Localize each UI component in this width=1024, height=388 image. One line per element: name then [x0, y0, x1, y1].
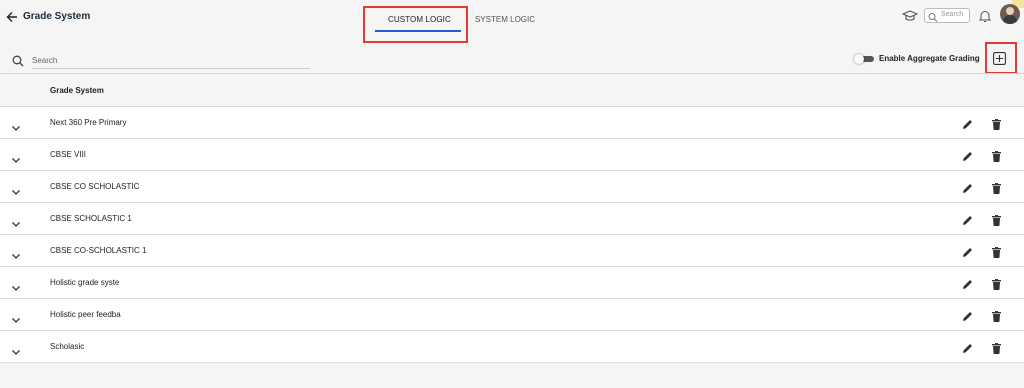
grade-system-name: Holistic grade syste — [50, 278, 120, 287]
grade-system-name: Scholasic — [50, 342, 85, 351]
trash-icon[interactable] — [992, 181, 1001, 194]
custom-logic-highlight-box — [363, 6, 468, 43]
back-arrow-icon[interactable] — [6, 10, 20, 26]
trash-icon[interactable] — [992, 149, 1001, 162]
top-bar: Grade System CUSTOM LOGIC SYSTEM LOGIC S… — [0, 0, 1024, 43]
table-row[interactable]: Holistic peer feedba — [0, 299, 1024, 331]
avatar[interactable] — [1000, 4, 1020, 24]
search-icon — [12, 54, 24, 67]
search-input[interactable] — [32, 53, 310, 69]
pencil-icon[interactable] — [962, 213, 973, 225]
pencil-icon[interactable] — [962, 309, 973, 321]
pencil-icon[interactable] — [962, 245, 973, 257]
plus-square-icon[interactable] — [993, 52, 1006, 65]
search-icon — [928, 10, 938, 22]
chevron-down-icon[interactable] — [11, 311, 21, 323]
grade-system-name: CBSE SCHOLASTIC 1 — [50, 214, 132, 223]
trash-icon[interactable] — [992, 117, 1001, 130]
aggregate-grading-toggle[interactable] — [854, 54, 874, 64]
table-row[interactable]: CBSE VIII — [0, 139, 1024, 171]
grade-system-name: CBSE CO SCHOLASTIC — [50, 182, 140, 191]
grade-system-name: CBSE VIII — [50, 150, 87, 159]
trash-icon[interactable] — [992, 213, 1001, 226]
table-row[interactable]: Next 360 Pre Primary — [0, 107, 1024, 139]
graduation-cap-icon[interactable] — [901, 9, 919, 23]
chevron-down-icon[interactable] — [11, 119, 21, 131]
column-header-grade-system: Grade System — [50, 86, 104, 95]
trash-icon[interactable] — [992, 245, 1001, 258]
grade-system-name: Holistic peer feedba — [50, 310, 121, 319]
header-search-placeholder: Search — [941, 11, 964, 18]
chevron-down-icon[interactable] — [11, 183, 21, 195]
table-row[interactable]: Scholasic — [0, 331, 1024, 363]
trash-icon[interactable] — [992, 309, 1001, 322]
pencil-icon[interactable] — [962, 341, 973, 353]
pencil-icon[interactable] — [962, 181, 973, 193]
trash-icon[interactable] — [992, 341, 1001, 354]
tab-system-logic[interactable]: SYSTEM LOGIC — [475, 15, 535, 24]
grade-system-name: CBSE CO-SCHOLASTIC 1 — [50, 246, 147, 255]
header-search-input[interactable]: Search — [924, 8, 970, 23]
active-tab-indicator — [375, 30, 461, 32]
page-title: Grade System — [23, 11, 91, 22]
chevron-down-icon[interactable] — [11, 247, 21, 259]
grade-system-table: Grade System Next 360 Pre Primary CBSE V… — [0, 73, 1024, 363]
aggregate-grading-label: Enable Aggregate Grading — [879, 54, 980, 63]
table-header: Grade System — [0, 73, 1024, 107]
table-row[interactable]: Holistic grade syste — [0, 267, 1024, 299]
trash-icon[interactable] — [992, 277, 1001, 290]
chevron-down-icon[interactable] — [11, 215, 21, 227]
chevron-down-icon[interactable] — [11, 343, 21, 355]
tab-custom-logic[interactable]: CUSTOM LOGIC — [388, 15, 451, 24]
grade-system-name: Next 360 Pre Primary — [50, 118, 127, 127]
table-row[interactable]: CBSE CO-SCHOLASTIC 1 — [0, 235, 1024, 267]
bell-icon[interactable] — [978, 9, 992, 23]
chevron-down-icon[interactable] — [11, 151, 21, 163]
pencil-icon[interactable] — [962, 149, 973, 161]
pencil-icon[interactable] — [962, 277, 973, 289]
table-row[interactable]: CBSE CO SCHOLASTIC — [0, 171, 1024, 203]
chevron-down-icon[interactable] — [11, 279, 21, 291]
table-row[interactable]: CBSE SCHOLASTIC 1 — [0, 203, 1024, 235]
pencil-icon[interactable] — [962, 117, 973, 129]
